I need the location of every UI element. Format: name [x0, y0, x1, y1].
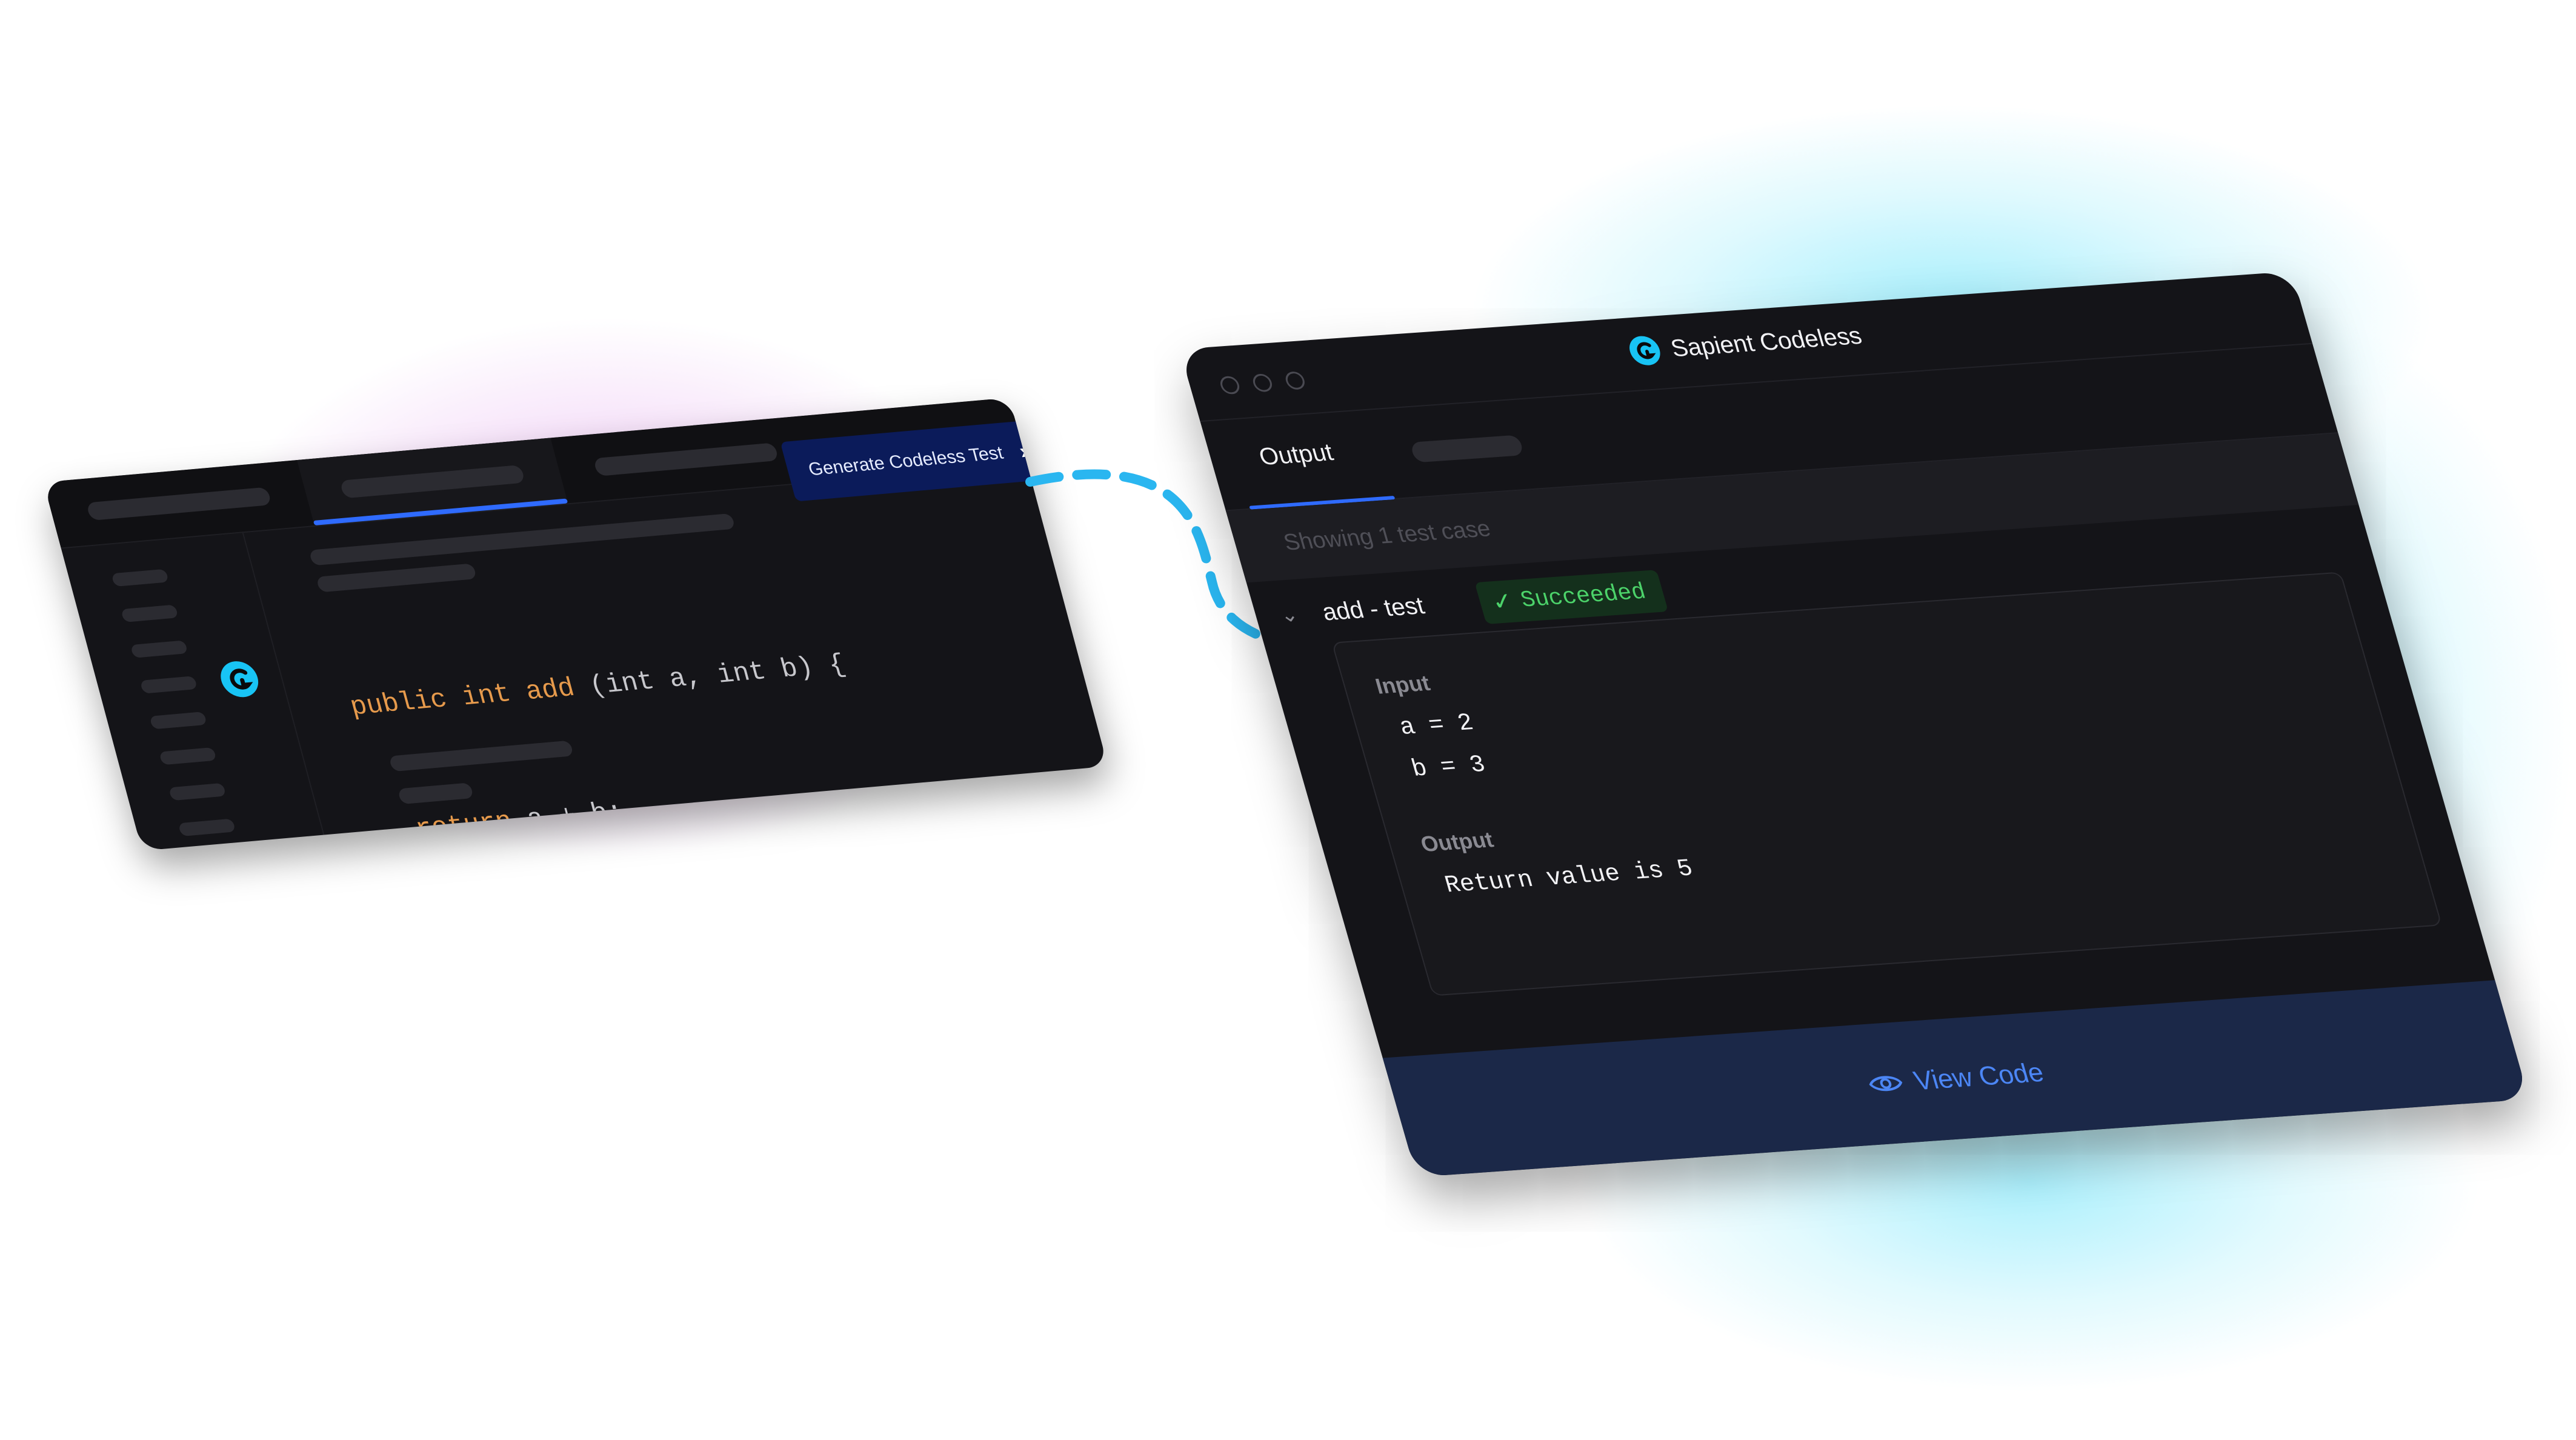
input-line: a = 2: [1396, 710, 1477, 742]
chevron-down-icon[interactable]: ⌄: [1277, 602, 1301, 627]
check-icon: ✓: [1488, 588, 1517, 616]
tab-placeholder: [339, 464, 526, 499]
editor-sidebar: [61, 532, 325, 851]
input-line: b = 3: [1408, 752, 1489, 784]
editor-tab-2-active[interactable]: [296, 438, 568, 525]
editor-tab-3[interactable]: [550, 418, 797, 503]
sidebar-placeholder: [130, 640, 188, 658]
view-code-label: View Code: [1910, 1058, 2048, 1096]
results-summary-text: Showing 1 test case: [1280, 516, 1494, 556]
code-editor-window: Generate Codeless Test › public int add …: [43, 398, 1108, 851]
code-line-2: return a + b;: [379, 768, 884, 851]
code-line-1: public int add (int a, int b) {: [345, 644, 851, 728]
tab-placeholder: [85, 487, 272, 521]
active-tab-indicator: [313, 498, 568, 525]
sapient-logo-icon: [1629, 336, 1660, 365]
status-text: Succeeded: [1517, 579, 1649, 613]
status-badge: ✓ Succeeded: [1474, 570, 1669, 624]
code-block: public int add (int a, int b) { return a…: [323, 561, 940, 851]
sidebar-placeholder: [159, 747, 217, 765]
generate-button-label: Generate Codeless Test: [806, 442, 1006, 480]
code-text: a + b;: [524, 796, 628, 835]
sidebar-placeholder: [121, 604, 179, 622]
code-keyword: return: [380, 805, 532, 848]
tab-output[interactable]: Output: [1256, 439, 1336, 471]
code-placeholder-line: [316, 563, 478, 593]
code-text: (int a, int b) {: [586, 649, 850, 702]
test-case-name: add - test: [1319, 592, 1428, 626]
sidebar-placeholder: [168, 782, 227, 801]
test-case-details: Input a = 2 b = 3 Output Return value is…: [1331, 572, 2443, 996]
output-value: Return value is 5: [1442, 855, 1697, 900]
eye-icon: [1869, 1076, 1903, 1092]
sidebar-placeholder: [149, 712, 207, 730]
input-label: Input: [1372, 670, 1433, 699]
app-title: Sapient Codeless: [1668, 322, 1865, 362]
code-keyword: public int add: [347, 672, 594, 723]
sidebar-placeholder: [111, 568, 169, 587]
sapient-codeless-window: Sapient Codeless Output Showing 1 test c…: [1179, 271, 2529, 1178]
editor-tab-1[interactable]: [44, 460, 315, 547]
tab-placeholder[interactable]: [1409, 435, 1525, 463]
output-label: Output: [1417, 827, 1496, 856]
view-code-button[interactable]: View Code: [1382, 980, 2529, 1178]
sidebar-placeholder: [139, 676, 198, 694]
chevron-right-icon: ›: [1016, 438, 1031, 464]
sidebar-placeholder: [178, 818, 236, 837]
tab-placeholder: [593, 442, 779, 476]
